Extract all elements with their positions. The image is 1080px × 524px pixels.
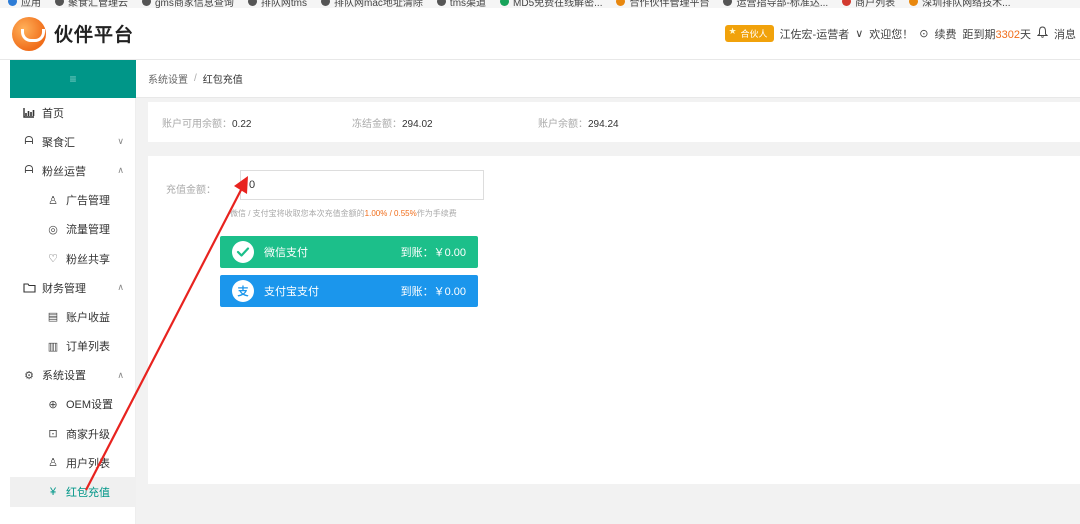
globe-icon [55,0,64,6]
list-icon: ▥ [47,340,59,353]
globe-icon [321,0,331,6]
alipay-pay-label: 支付宝支付 [264,286,319,298]
bookmark-item[interactable]: MD5免费在线解密... [500,0,602,8]
sidebar-item-user-list[interactable]: ♙ 用户列表 [10,448,136,477]
sidebar: ≡ 首页 ᗩ 聚食汇 ∨ ᗩ 粉丝运营 ∧ ♙ 广告管理 ◎ 流量管理 ♡ 粉丝… [0,60,136,524]
sidebar-item-account-income[interactable]: ▤ 账户收益 [10,302,136,331]
available-balance: 账户可用余额：0.22 [162,118,252,130]
person-outline-icon: ♙ [48,194,58,207]
sidebar-item-finance[interactable]: 财务管理 ∧ [10,273,136,302]
chevron-up-icon: ∧ [117,369,124,380]
amount-label: 充值金额： [166,185,216,196]
sidebar-item-ad-management[interactable]: ♙ 广告管理 [10,186,136,215]
receipt-icon: ▤ [47,311,59,324]
sidebar-item-jushihui[interactable]: ᗩ 聚食汇 ∨ [10,127,136,156]
top-header: 伙伴平台 合伙人 江佐宏-运营者 ∨ 欢迎您！ ⊙ 续费 距到期3302天 消息 [0,8,1080,60]
person-icon: ᗩ [24,135,34,148]
renew-icon[interactable]: ⊙ [919,27,928,40]
person-icon: ᗩ [24,164,34,177]
globe-icon [436,0,446,6]
md5-icon [500,0,510,6]
frozen-balance: 冻结金额：294.02 [352,118,433,130]
company-icon [909,0,919,6]
alipay-pay-button[interactable]: 支 支付宝支付 到账：￥0.00 [220,275,478,307]
sidebar-item-merchant-upgrade[interactable]: ⊡ 商家升级 [10,419,136,448]
globe-icon: ⊕ [48,398,58,411]
sidebar-item-order-list[interactable]: ▥ 订单列表 [10,332,136,361]
partner-icon [616,0,626,6]
bookmark-item[interactable]: 排队网tms [247,0,307,8]
user-name[interactable]: 江佐宏-运营者 [780,26,850,42]
expiry-info: 距到期3302天 [962,28,1031,41]
bookmark-item[interactable]: 商户列表 [842,0,895,8]
chevron-down-icon[interactable]: ∨ [855,27,863,40]
sidebar-item-system-settings[interactable]: ⚙ 系统设置 ∧ [10,361,136,390]
amount-input[interactable] [240,170,484,200]
flow-icon: ◎ [48,223,58,236]
bookmark-item[interactable]: tms渠道 [436,0,486,8]
bookmark-item[interactable]: 聚食汇管理云 [55,0,128,8]
sidebar-item-red-packet-recharge[interactable]: ¥ 红包充值 [10,477,136,507]
sidebar-item-home[interactable]: 首页 [10,98,136,127]
menu-icon: ≡ [69,72,77,86]
globe-icon [723,0,733,6]
chart-icon [22,106,36,120]
balance-card: 账户可用余额：0.22 冻结金额：294.02 账户余额：294.24 [148,102,1080,142]
alipay-arrival-amount: 到账：￥0.00 [400,286,466,298]
bookmarks-bar: 应用 聚食汇管理云 gms商家信息查询 排队网tms 排队网mac地址清除 tm… [0,0,1080,8]
bell-icon[interactable] [1036,26,1049,41]
recharge-form: 充值金额： 微信 / 支付宝将收取您本次充值金额的1.00% / 0.55%作为… [148,156,1080,484]
wechat-pay-label: 微信支付 [264,247,308,259]
renew-link[interactable]: 续费 [935,26,957,42]
bookmark-item[interactable]: 运营指导部-标准达... [723,0,828,8]
logo[interactable]: 伙伴平台 [0,16,136,51]
wechat-icon [232,241,254,263]
sidebar-item-oem-settings[interactable]: ⊕ OEM设置 [10,390,136,419]
user-icon: ♙ [48,457,58,470]
bookmark-item[interactable]: 深圳排队网络技术... [909,0,1011,8]
upgrade-icon: ⊡ [48,428,58,441]
total-balance: 账户余额：294.24 [538,118,619,130]
gear-icon: ⚙ [24,369,34,382]
alipay-icon: 支 [232,280,254,302]
fee-note: 微信 / 支付宝将收取您本次充值金额的1.00% / 0.55%作为手续费 [230,209,457,218]
chevron-down-icon: ∨ [117,136,124,147]
expiry-days: 3302 [995,28,1020,41]
bookmark-item[interactable]: 合作伙伴管理平台 [616,0,709,8]
wechat-arrival-amount: 到账：￥0.00 [400,247,466,259]
globe-icon [142,0,151,6]
welcome-text: 欢迎您！ [869,28,914,41]
bookmark-item[interactable]: 排队网mac地址清除 [321,0,423,8]
sidebar-item-fan-operation[interactable]: ᗩ 粉丝运营 ∧ [10,156,136,185]
merchant-icon [842,0,852,6]
chevron-up-icon: ∧ [117,165,124,176]
globe-icon [247,0,257,6]
handshake-logo-icon [12,16,46,51]
apps-icon [8,0,17,6]
sidebar-item-fan-sharing[interactable]: ♡ 粉丝共享 [10,244,136,273]
logo-text: 伙伴平台 [54,25,135,46]
main-content: 系统设置 / 红包充值 账户可用余额：0.22 冻结金额：294.02 账户余额… [136,60,1080,524]
wechat-pay-button[interactable]: 微信支付 到账：￥0.00 [220,236,478,268]
messages-link[interactable]: 消息 [1054,26,1076,42]
user-bar: 合伙人 江佐宏-运营者 ∨ 欢迎您！ ⊙ 续费 距到期3302天 消息 [724,25,1080,42]
fee-rate: 1.00% / 0.55% [364,209,417,218]
partner-badge: 合伙人 [724,25,774,42]
chevron-up-icon: ∧ [117,282,124,293]
breadcrumb-parent[interactable]: 系统设置 [148,71,188,86]
sidebar-nav: 首页 ᗩ 聚食汇 ∨ ᗩ 粉丝运营 ∧ ♙ 广告管理 ◎ 流量管理 ♡ 粉丝共享… [10,98,136,507]
breadcrumb-separator: / [194,73,197,84]
breadcrumb: 系统设置 / 红包充值 [136,60,1080,98]
bookmark-item[interactable]: 应用 [8,0,41,8]
breadcrumb-current: 红包充值 [202,75,243,86]
sidebar-item-traffic-management[interactable]: ◎ 流量管理 [10,215,136,244]
bookmark-item[interactable]: gms商家信息查询 [142,0,234,8]
folder-icon [22,281,36,295]
menu-toggle-button[interactable]: ≡ [10,60,136,98]
yen-icon: ¥ [49,486,57,499]
heart-icon: ♡ [48,253,58,266]
